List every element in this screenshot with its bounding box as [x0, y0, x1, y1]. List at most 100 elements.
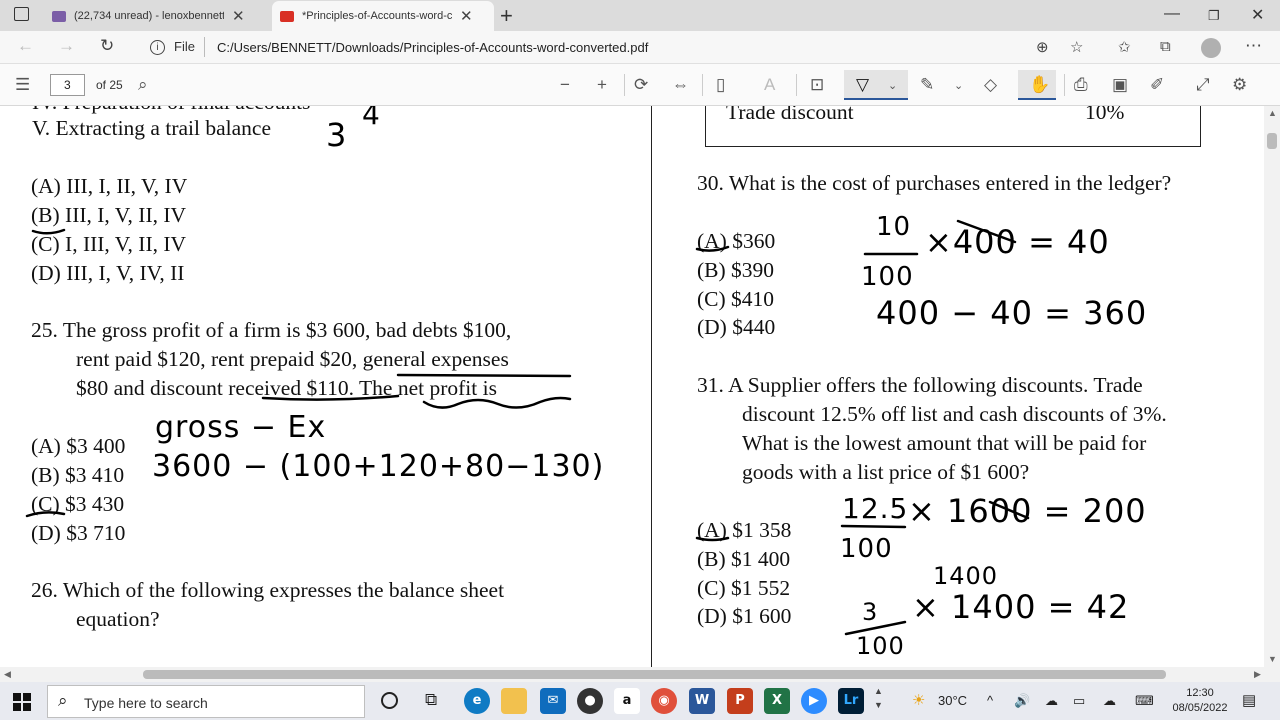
vertical-scrollbar[interactable] [1264, 106, 1280, 667]
draw-icon[interactable]: ▽ [856, 75, 869, 95]
taskbar-scroll-icon[interactable]: ▲ ▼ [874, 684, 883, 712]
file-label: File [174, 39, 195, 54]
ink-note-x1600: × 1600 = 200 [908, 492, 1147, 530]
rotate-icon[interactable]: ⟳ [634, 75, 648, 95]
fit-page-icon[interactable]: ⇔ [672, 75, 689, 95]
print-icon[interactable]: ⎙ [1074, 75, 1088, 95]
highlight-icon[interactable]: ✎ [920, 75, 934, 95]
contents-icon[interactable]: ☰ [15, 75, 30, 95]
ink-note-gross: gross − Ex [155, 410, 327, 445]
action-center-icon[interactable]: ▤ [1242, 691, 1256, 709]
search-icon[interactable]: ⌕ [138, 75, 148, 95]
pdf-icon [280, 10, 294, 22]
read-aloud-icon[interactable]: A [764, 75, 775, 95]
keyboard-icon[interactable]: ⌨ [1135, 693, 1154, 709]
avatar[interactable] [1201, 38, 1221, 58]
camera-app-icon[interactable]: ● [577, 688, 603, 714]
lightroom-icon[interactable]: Lr [838, 688, 864, 714]
tab-bar: (22,734 unread) - lenoxbennett@ ✕ *Princ… [0, 0, 1280, 31]
new-tab-icon[interactable]: + [500, 3, 513, 29]
save-as-icon[interactable]: ✐ [1150, 75, 1164, 95]
amazon-icon[interactable]: a [614, 688, 640, 714]
ink-underline-a-q31 [695, 536, 730, 542]
text-box-icon[interactable]: ⊡ [810, 75, 824, 95]
chevron-down-icon[interactable]: ⌄ [888, 79, 897, 92]
minimize-icon[interactable]: — [1164, 5, 1180, 23]
search-placeholder: Type here to search [84, 695, 208, 711]
ink-note-12-5: 12.5 [842, 492, 909, 525]
zoom-app-icon[interactable]: ▶ [801, 688, 827, 714]
excel-icon[interactable]: X [764, 688, 790, 714]
favorites-icon[interactable]: ✩ [1118, 38, 1131, 56]
tab-mail[interactable]: (22,734 unread) - lenoxbennett@ ✕ [44, 1, 272, 31]
cortana-icon[interactable] [381, 692, 398, 709]
zoom-icon[interactable]: ⊕ [1036, 38, 1049, 56]
erase-icon[interactable]: ◇ [984, 75, 997, 95]
weather-icon[interactable]: ☀ [912, 691, 925, 709]
chevron-down-icon[interactable]: ⌄ [954, 79, 963, 92]
toolbar-divider [624, 74, 625, 96]
ink-note-10: 10 [876, 212, 912, 242]
scroll-down-icon[interactable]: ▼ [1268, 654, 1277, 664]
draw-tool-active[interactable] [844, 70, 908, 100]
powerpoint-icon[interactable]: P [727, 688, 753, 714]
ink-note-3b: 3 [862, 598, 879, 626]
info-icon[interactable]: i [150, 40, 165, 55]
chrome-icon[interactable]: ◉ [651, 688, 677, 714]
settings-icon[interactable]: ⚙ [1232, 75, 1247, 95]
ink-note-1400: 1400 [933, 562, 999, 590]
address-bar: ← → ↻ i File C:/Users/BENNETT/Downloads/… [0, 31, 1280, 64]
task-view-icon[interactable]: ⧉ [425, 690, 437, 710]
ink-note-x400: ×400 = 40 [925, 223, 1110, 261]
notifications-tray-icon[interactable]: ▭ [1073, 693, 1085, 709]
scroll-up-icon[interactable]: ▲ [1268, 108, 1277, 118]
window-close-icon[interactable]: ✕ [1251, 5, 1264, 25]
favorite-add-icon[interactable]: ☆ [1070, 38, 1083, 56]
network-icon[interactable]: ☁ [1045, 693, 1058, 709]
volume-icon[interactable]: 🔊 [1014, 693, 1030, 709]
toolbar-divider [1064, 74, 1065, 96]
refresh-icon[interactable]: ↻ [100, 36, 114, 56]
toolbar-divider [796, 74, 797, 96]
show-hidden-icons-icon[interactable]: ^ [987, 693, 993, 708]
close-icon[interactable]: ✕ [460, 7, 473, 25]
windows-start-icon[interactable] [13, 693, 31, 711]
tab-title: *Principles-of-Accounts-word-co [302, 10, 452, 22]
more-icon[interactable]: ⋯ [1245, 36, 1262, 56]
file-explorer-icon[interactable] [501, 688, 527, 714]
zoom-in-icon[interactable]: + [597, 75, 607, 95]
mail-app-icon[interactable]: ✉ [540, 688, 566, 714]
url-field[interactable]: C:/Users/BENNETT/Downloads/Principles-of… [217, 40, 648, 55]
restore-icon[interactable]: ❐ [1208, 8, 1220, 24]
vertical-scroll-thumb[interactable] [1267, 133, 1277, 149]
ink-underline-b [31, 228, 66, 235]
touch-writing-icon[interactable]: ✋ [1029, 75, 1050, 95]
page-view-icon[interactable]: ▯ [716, 75, 725, 95]
tab-pdf[interactable]: *Principles-of-Accounts-word-co ✕ [272, 1, 494, 31]
forward-icon[interactable]: → [58, 36, 75, 56]
scroll-right-icon[interactable]: ▶ [1254, 669, 1261, 680]
onedrive-icon[interactable]: ☁ [1103, 693, 1116, 709]
clock[interactable]: 12:30 08/05/2022 [1170, 686, 1230, 716]
tab-actions-icon[interactable] [14, 7, 29, 21]
horizontal-scroll-thumb[interactable] [143, 670, 1166, 679]
close-icon[interactable]: ✕ [232, 7, 245, 25]
tab-title: (22,734 unread) - lenoxbennett@ [74, 10, 224, 22]
back-icon[interactable]: ← [17, 36, 34, 56]
ink-note-calc: 3600 − (100+120+80−130) [152, 449, 605, 484]
page-number-input[interactable]: 3 [50, 74, 85, 96]
page-count: of 25 [96, 78, 123, 92]
ink-note-x1400: × 1400 = 42 [912, 588, 1130, 626]
save-icon[interactable]: ▣ [1112, 75, 1128, 95]
collections-icon[interactable]: ⧉ [1160, 38, 1171, 55]
zoom-out-icon[interactable]: − [560, 75, 570, 95]
taskbar-search[interactable]: ⌕ Type here to search [47, 685, 365, 718]
ink-strokes [25, 219, 1030, 636]
ink-underline-net-profit [422, 396, 572, 409]
word-icon[interactable]: W [689, 688, 715, 714]
edge-icon[interactable]: e [464, 688, 490, 714]
fullscreen-icon[interactable]: ⤢ [1196, 75, 1210, 95]
scroll-left-icon[interactable]: ◀ [4, 669, 11, 680]
weather-temp[interactable]: 30°C [938, 693, 967, 708]
ink-underline-prepaid [396, 373, 572, 378]
